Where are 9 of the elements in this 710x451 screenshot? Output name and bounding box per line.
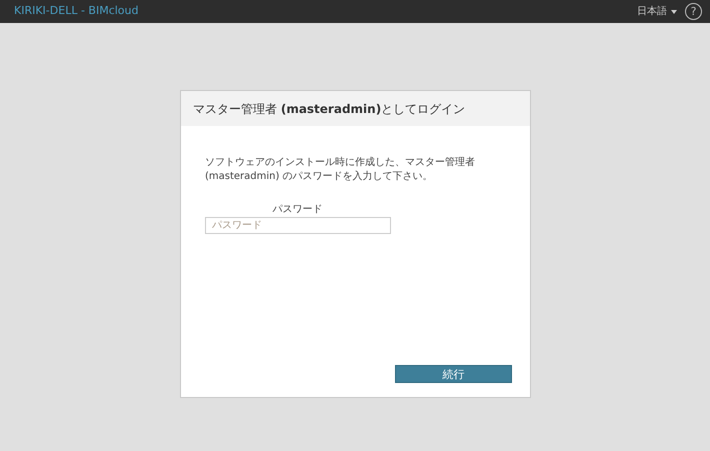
app-title[interactable]: KIRIKI-DELL - BIMcloud [14, 3, 138, 20]
help-icon[interactable]: ? [685, 3, 702, 20]
password-field[interactable]: パスワード [205, 217, 391, 234]
language-dropdown[interactable]: 日本語 [637, 4, 677, 19]
password-label: パスワード [272, 203, 324, 217]
caret-icon [671, 10, 677, 14]
dialog-title: マスター管理者 (masteradmin)としてログイン [193, 100, 466, 118]
description-text: ソフトウェアのインストール時に作成した、マスター管理者 (masteradmin) のパスワードを入力して下さい。 [205, 156, 476, 184]
continue-button[interactable]: 続行 [395, 365, 512, 383]
